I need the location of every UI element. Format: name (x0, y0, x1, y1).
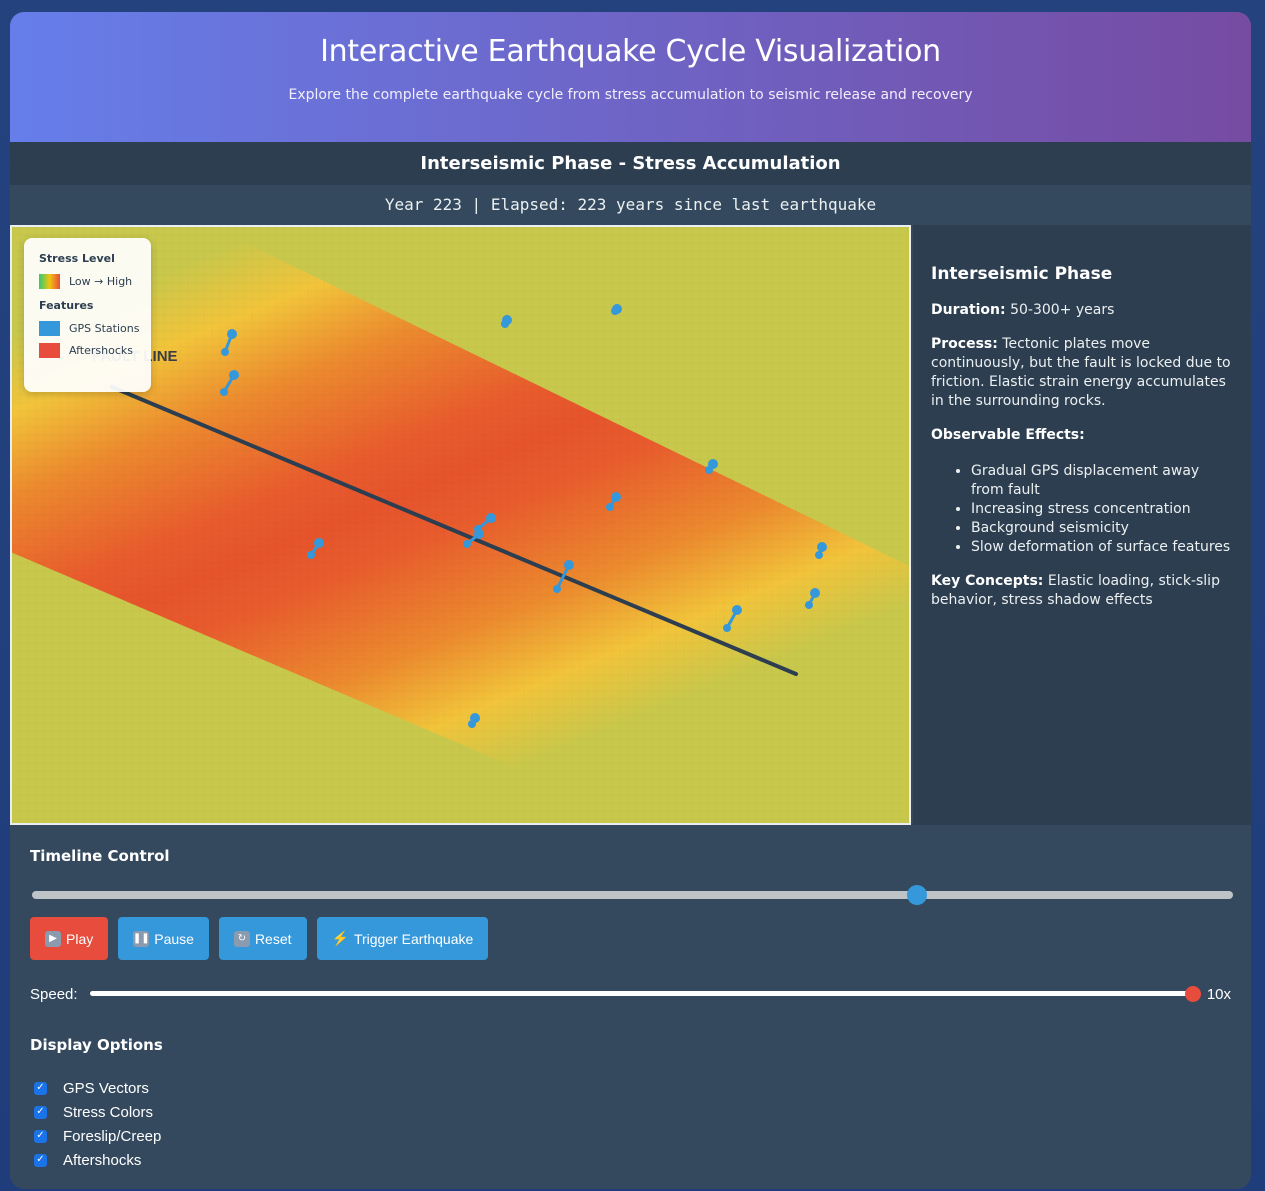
app-window: Interactive Earthquake Cycle Visualizati… (10, 12, 1251, 1189)
aftershocks-swatch (39, 343, 60, 358)
fault-visualization-canvas[interactable]: FAULT LINE Stress Level Low → High Featu… (10, 225, 911, 825)
speed-track[interactable] (89, 991, 1193, 996)
info-effects-heading: Observable Effects: (931, 426, 1233, 445)
pause-icon: ❚❚ (133, 930, 150, 947)
option-label: Aftershocks (63, 1151, 142, 1169)
stress-gradient-swatch (39, 274, 60, 289)
legend-stress-title: Stress Level (39, 252, 115, 265)
concepts-label: Key Concepts: (931, 573, 1044, 589)
checkbox-checked-icon[interactable]: ✓ (34, 1129, 47, 1143)
pause-label: Pause (154, 930, 194, 947)
effects-label: Observable Effects: (931, 427, 1085, 443)
display-options-title: Display Options (30, 1036, 163, 1054)
duration-label: Duration: (931, 302, 1006, 318)
list-item: Slow deformation of surface features (971, 538, 1233, 557)
gps-station (564, 560, 574, 570)
gps-swatch (39, 321, 60, 336)
map-legend: Stress Level Low → High Features GPS Sta… (24, 238, 151, 392)
gps-station (502, 315, 512, 325)
speed-thumb[interactable] (1184, 986, 1201, 1002)
info-process: Process: Tectonic plates move continuous… (931, 335, 1233, 411)
gps-station (486, 513, 496, 523)
duration-value: 50-300+ years (1010, 302, 1115, 318)
checkbox-checked-icon[interactable]: ✓ (34, 1105, 47, 1119)
info-concepts: Key Concepts: Elastic loading, stick-sli… (931, 572, 1233, 610)
page-header: Interactive Earthquake Cycle Visualizati… (10, 12, 1251, 142)
gps-station (227, 329, 237, 339)
effects-list: Gradual GPS displacement away from fault… (971, 462, 1233, 557)
gps-station (470, 713, 480, 723)
reset-button[interactable]: ↻ Reset (218, 917, 307, 960)
legend-features-title: Features (39, 299, 94, 312)
reset-label: Reset (254, 930, 292, 947)
play-button[interactable]: ▶ Play (30, 917, 109, 960)
year-status: Year 223 | Elapsed: 223 years since last… (10, 185, 1251, 225)
phase-info-panel: Interseismic Phase Duration: 50-300+ yea… (913, 225, 1251, 825)
gps-station (805, 601, 813, 609)
legend-stress-row: Low → High (39, 274, 151, 289)
list-item: Background seismicity (971, 519, 1233, 538)
info-duration: Duration: 50-300+ years (931, 301, 1233, 320)
page-title: Interactive Earthquake Cycle Visualizati… (320, 34, 941, 69)
speed-slider[interactable] (89, 986, 1201, 1002)
gps-station (708, 459, 718, 469)
timeline-slider[interactable] (32, 885, 1233, 905)
gps-station (606, 503, 614, 511)
lightning-icon: ⚡ (331, 930, 349, 946)
gps-station (221, 348, 229, 356)
controls-panel: Timeline Control ▶ Play ❚❚ Pause ↻ Reset… (10, 825, 1251, 1177)
legend-aftershocks-label: Aftershocks (69, 344, 133, 357)
gps-station (307, 551, 315, 559)
gps-station (815, 551, 823, 559)
timeline-track[interactable] (32, 891, 1233, 899)
gps-station (810, 588, 820, 598)
gps-station (817, 542, 827, 552)
gps-station (220, 388, 228, 396)
option-label: Stress Colors (63, 1103, 154, 1121)
legend-stress-range: Low → High (69, 275, 133, 288)
timeline-thumb[interactable] (907, 885, 928, 905)
speed-value: 10x (1206, 985, 1231, 1003)
gps-station (229, 370, 239, 380)
main-panel: FAULT LINE Stress Level Low → High Featu… (10, 225, 1251, 825)
option-gps-vectors[interactable]: ✓ GPS Vectors (30, 1076, 1231, 1100)
reset-icon: ↻ (233, 930, 250, 947)
gps-station (723, 624, 731, 632)
checkbox-checked-icon[interactable]: ✓ (34, 1081, 47, 1095)
gps-station (732, 605, 742, 615)
info-title: Interseismic Phase (931, 264, 1113, 284)
gps-station (553, 585, 561, 593)
checkbox-checked-icon[interactable]: ✓ (34, 1153, 47, 1167)
list-item: Increasing stress concentration (971, 500, 1233, 519)
list-item: Gradual GPS displacement away from fault (971, 462, 1233, 500)
option-label: GPS Vectors (63, 1079, 149, 1097)
timeline-title: Timeline Control (30, 847, 170, 865)
option-stress-colors[interactable]: ✓ Stress Colors (30, 1100, 1231, 1124)
legend-gps-label: GPS Stations (69, 322, 140, 335)
play-icon: ▶ (45, 930, 61, 947)
pause-button[interactable]: ❚❚ Pause (118, 917, 209, 960)
play-label: Play (66, 930, 94, 947)
option-label: Foreslip/Creep (63, 1127, 162, 1145)
gps-station (314, 538, 324, 548)
phase-title: Interseismic Phase - Stress Accumulation (10, 142, 1251, 185)
trigger-earthquake-button[interactable]: ⚡ Trigger Earthquake (316, 917, 489, 960)
legend-aftershocks-row: Aftershocks (39, 343, 151, 358)
gps-station (474, 529, 484, 539)
speed-control: Speed: 10x (30, 982, 1231, 1006)
option-foreslip-creep[interactable]: ✓ Foreslip/Creep (30, 1124, 1231, 1148)
legend-gps-row: GPS Stations (39, 321, 151, 336)
page-subtitle: Explore the complete earthquake cycle fr… (288, 87, 973, 103)
gps-station (463, 540, 471, 548)
process-label: Process: (931, 336, 998, 352)
option-aftershocks[interactable]: ✓ Aftershocks (30, 1148, 1231, 1172)
gps-station (612, 304, 622, 314)
trigger-label: Trigger Earthquake (353, 930, 474, 947)
display-options: Display Options ✓ GPS Vectors ✓ Stress C… (30, 1036, 1231, 1172)
speed-label: Speed: (30, 985, 78, 1003)
playback-buttons: ▶ Play ❚❚ Pause ↻ Reset ⚡ Trigger Earthq… (30, 917, 1231, 960)
gps-station (611, 492, 621, 502)
